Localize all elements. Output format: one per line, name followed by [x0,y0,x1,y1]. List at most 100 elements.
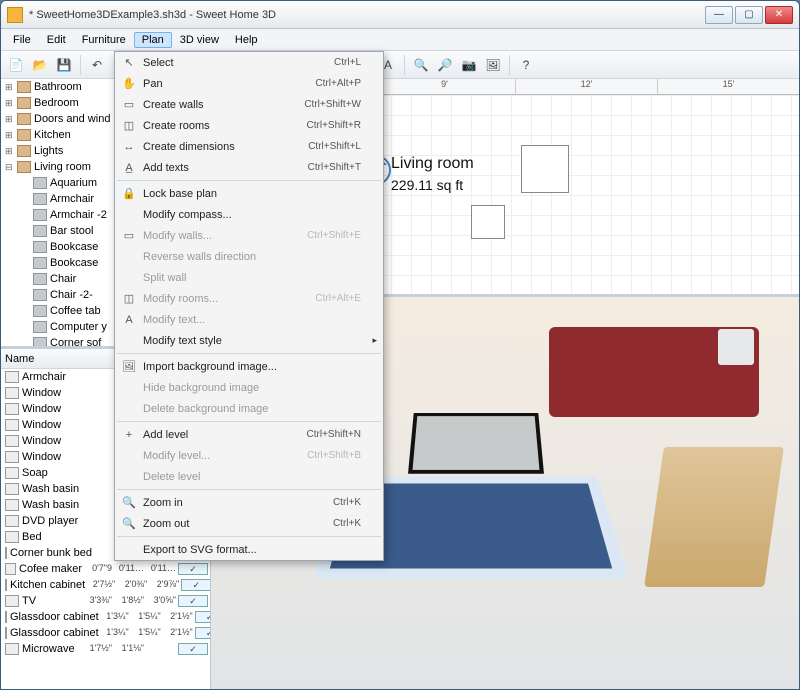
photo-button[interactable]: 🖼 [482,54,504,76]
menu-item-reverse-walls-direction: Reverse walls direction [115,246,383,267]
menu-item-select[interactable]: ↖SelectCtrl+L [115,52,383,73]
menu-item-zoom-in[interactable]: 🔍Zoom inCtrl+K [115,492,383,513]
list-row[interactable]: TV3'3⅜"1'8½"3'0⅝"✓ [1,593,210,609]
menu-item-zoom-out[interactable]: 🔍Zoom outCtrl+K [115,513,383,534]
menu-item-delete-level: Delete level [115,466,383,487]
help-button[interactable]: ? [515,54,537,76]
expand-icon[interactable]: ⊞ [5,146,17,157]
visibility-checkbox[interactable]: ✓ [178,595,208,607]
ruler-mark: 12' [515,79,657,94]
menu-shortcut: Ctrl+K [333,518,361,529]
maximize-button[interactable]: ▢ [735,6,763,24]
menu-item-create-rooms[interactable]: ◫Create roomsCtrl+Shift+R [115,115,383,136]
tree-label: Computer y [50,321,107,333]
tree-label: Bookcase [50,257,98,269]
list-row[interactable]: Cofee maker0'7"90'11…0'11…✓ [1,561,210,577]
expand-icon[interactable]: ⊞ [5,98,17,109]
menu-item-lock-base-plan[interactable]: 🔒Lock base plan [115,183,383,204]
zoomout-button[interactable]: 🔎 [434,54,456,76]
save-button[interactable]: 💾 [53,54,75,76]
menu-icon: A̲ [121,160,137,176]
tree-label: Armchair -2 [50,209,107,221]
expand-icon[interactable]: ⊟ [5,162,17,173]
new-button[interactable]: 📄 [5,54,27,76]
item-icon [5,595,19,607]
item-name: Window [22,451,61,463]
menu-item-add-texts[interactable]: A̲Add textsCtrl+Shift+T [115,157,383,178]
visibility-checkbox[interactable]: ✓ [181,579,210,591]
visibility-checkbox[interactable]: ✓ [178,563,208,575]
item-name: Cofee maker [19,563,82,575]
camera-button[interactable]: 📷 [458,54,480,76]
menu-shortcut: Ctrl+Shift+B [307,450,361,461]
menu-file[interactable]: File [5,32,39,48]
menu-item-export-to-svg-format[interactable]: Export to SVG format... [115,539,383,560]
item-icon [33,289,47,301]
menu-icon: 🔒 [121,186,137,202]
list-row[interactable]: Glassdoor cabinet1'3¼"1'5¼"2'1½"✓ [1,625,210,641]
undo-button[interactable]: ↶ [86,54,108,76]
item-icon [5,403,19,415]
menu-item-create-dimensions[interactable]: ↔Create dimensionsCtrl+Shift+L [115,136,383,157]
item-name: Glassdoor cabinet [10,611,99,623]
item-icon [33,241,47,253]
menu-shortcut: Ctrl+Shift+W [304,99,361,110]
armchair-3d [644,447,784,587]
item-icon [5,531,19,543]
menu-label: Export to SVG format... [143,544,257,556]
menu-label: Create walls [143,99,204,111]
open-button[interactable]: 📂 [29,54,51,76]
item-icon [5,515,19,527]
item-icon [5,387,19,399]
menu-item-modify-text-style[interactable]: Modify text style▸ [115,330,383,351]
item-icon [5,611,7,623]
menu-item-add-level[interactable]: +Add levelCtrl+Shift+N [115,424,383,445]
zoomin-button[interactable]: 🔍 [410,54,432,76]
tree-label: Aquarium [50,177,97,189]
expand-icon[interactable]: ⊞ [5,130,17,141]
item-name: Corner bunk bed [10,547,92,559]
menu-label: Split wall [143,272,186,284]
menu-item-pan[interactable]: ✋PanCtrl+Alt+P [115,73,383,94]
item-name: Window [22,419,61,431]
menu-item-import-background-image[interactable]: 🖼Import background image... [115,356,383,377]
menu-label: Import background image... [143,361,277,373]
furniture-box[interactable] [521,145,569,193]
menu-plan[interactable]: Plan [134,32,172,48]
visibility-checkbox[interactable]: ✓ [178,643,208,655]
list-row[interactable]: Kitchen cabinet2'7½"2'0⅜"2'9⅞"✓ [1,577,210,593]
visibility-checkbox[interactable]: ✓ [195,611,210,623]
item-icon [33,321,47,333]
tree-label: Armchair [50,193,94,205]
menu-label: Modify compass... [143,209,232,221]
menu-label: Reverse walls direction [143,251,256,263]
menu-label: Modify rooms... [143,293,218,305]
expand-icon[interactable]: ⊞ [5,114,17,125]
menu-furniture[interactable]: Furniture [74,32,134,48]
close-button[interactable]: ✕ [765,6,793,24]
menu-item-create-walls[interactable]: ▭Create wallsCtrl+Shift+W [115,94,383,115]
menu-item-modify-level: Modify level...Ctrl+Shift+B [115,445,383,466]
minimize-button[interactable]: — [705,6,733,24]
menu-edit[interactable]: Edit [39,32,74,48]
menu-item-modify-compass[interactable]: Modify compass... [115,204,383,225]
expand-icon[interactable]: ⊞ [5,82,17,93]
menu-help[interactable]: Help [227,32,266,48]
item-name: Microwave [22,643,75,655]
item-icon [33,273,47,285]
item-icon [5,435,19,447]
room-label: Living room [391,155,474,173]
item-name: TV [22,595,36,607]
item-icon [5,467,19,479]
list-row[interactable]: Glassdoor cabinet1'3¼"1'5¼"2'1½"✓ [1,609,210,625]
titlebar[interactable]: * SweetHome3DExample3.sh3d - Sweet Home … [1,1,799,29]
list-row[interactable]: Microwave1'7½"1'1⅛"✓ [1,641,210,657]
item-name: Kitchen cabinet [10,579,85,591]
item-icon [5,627,7,639]
menu-3d-view[interactable]: 3D view [172,32,227,48]
furniture-box[interactable] [471,205,505,239]
item-icon [5,483,19,495]
visibility-checkbox[interactable]: ✓ [195,627,210,639]
menu-item-modify-rooms: ◫Modify rooms...Ctrl+Alt+E [115,288,383,309]
tree-label: Bookcase [50,241,98,253]
